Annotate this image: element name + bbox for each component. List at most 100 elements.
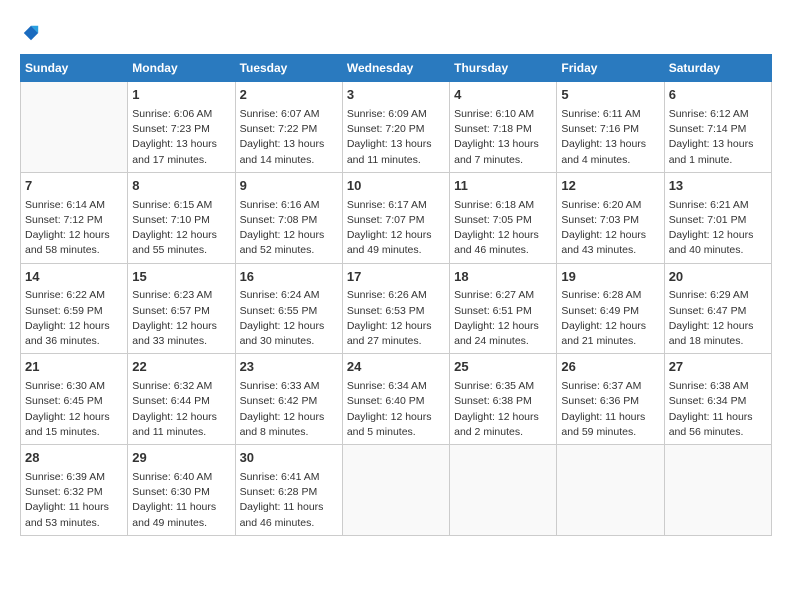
- calendar-cell: 5Sunrise: 6:11 AM Sunset: 7:16 PM Daylig…: [557, 82, 664, 173]
- day-info: Sunrise: 6:38 AM Sunset: 6:34 PM Dayligh…: [669, 379, 767, 440]
- calendar-cell: [450, 445, 557, 536]
- calendar-cell: 28 Sunrise: 6:39 AM Sunset: 6:32 PM Dayli…: [21, 445, 128, 536]
- day-number: 30: [240, 449, 338, 468]
- day-number: 23: [240, 358, 338, 377]
- day-info: Sunrise: 6:21 AM Sunset: 7:01 PM Dayligh…: [669, 198, 767, 259]
- day-info: Sunrise: 6:39 AM Sunset: 6:32 PM Dayligh…: [25, 470, 123, 531]
- day-number: 10: [347, 177, 445, 196]
- calendar-cell: 1 Sunrise: 6:06 AM Sunset: 7:23 PM Daylig…: [128, 82, 235, 173]
- calendar-week-row: 7 Sunrise: 6:14 AM Sunset: 7:12 PM Daylig…: [21, 172, 772, 263]
- day-info: Sunrise: 6:37 AM Sunset: 6:36 PM Dayligh…: [561, 379, 659, 440]
- day-number: 3: [347, 86, 445, 105]
- day-number: 1: [132, 86, 230, 105]
- day-number: 21: [25, 358, 123, 377]
- day-number: 2: [240, 86, 338, 105]
- calendar-cell: [342, 445, 449, 536]
- weekday-header-tuesday: Tuesday: [235, 55, 342, 82]
- calendar-cell: 21 Sunrise: 6:30 AM Sunset: 6:45 PM Dayli…: [21, 354, 128, 445]
- day-info: Sunrise: 6:24 AM Sunset: 6:55 PM Dayligh…: [240, 288, 338, 349]
- page-header: [20, 20, 772, 44]
- day-number: 16: [240, 268, 338, 287]
- calendar-cell: 13 Sunrise: 6:21 AM Sunset: 7:01 PM Dayli…: [664, 172, 771, 263]
- day-number: 13: [669, 177, 767, 196]
- calendar-cell: 19Sunrise: 6:28 AM Sunset: 6:49 PM Dayli…: [557, 263, 664, 354]
- calendar-week-row: 28 Sunrise: 6:39 AM Sunset: 6:32 PM Dayli…: [21, 445, 772, 536]
- calendar-cell: 26 Sunrise: 6:37 AM Sunset: 6:36 PM Dayli…: [557, 354, 664, 445]
- calendar-cell: 23 Sunrise: 6:33 AM Sunset: 6:42 PM Dayli…: [235, 354, 342, 445]
- calendar-cell: 11 Sunrise: 6:18 AM Sunset: 7:05 PM Dayli…: [450, 172, 557, 263]
- calendar-week-row: 21 Sunrise: 6:30 AM Sunset: 6:45 PM Dayli…: [21, 354, 772, 445]
- day-number: 26: [561, 358, 659, 377]
- calendar-week-row: 1 Sunrise: 6:06 AM Sunset: 7:23 PM Daylig…: [21, 82, 772, 173]
- day-info: Sunrise: 6:11 AM Sunset: 7:16 PM Dayligh…: [561, 107, 659, 168]
- day-number: 6: [669, 86, 767, 105]
- day-info: Sunrise: 6:20 AM Sunset: 7:03 PM Dayligh…: [561, 198, 659, 259]
- day-info: Sunrise: 6:41 AM Sunset: 6:28 PM Dayligh…: [240, 470, 338, 531]
- day-number: 17: [347, 268, 445, 287]
- day-info: Sunrise: 6:15 AM Sunset: 7:10 PM Dayligh…: [132, 198, 230, 259]
- calendar-cell: 25 Sunrise: 6:35 AM Sunset: 6:38 PM Dayli…: [450, 354, 557, 445]
- day-number: 9: [240, 177, 338, 196]
- day-info: Sunrise: 6:28 AM Sunset: 6:49 PM Dayligh…: [561, 288, 659, 349]
- calendar-cell: 7 Sunrise: 6:14 AM Sunset: 7:12 PM Daylig…: [21, 172, 128, 263]
- calendar-cell: 14Sunrise: 6:22 AM Sunset: 6:59 PM Dayli…: [21, 263, 128, 354]
- day-number: 14: [25, 268, 123, 287]
- day-info: Sunrise: 6:23 AM Sunset: 6:57 PM Dayligh…: [132, 288, 230, 349]
- calendar-cell: 22 Sunrise: 6:32 AM Sunset: 6:44 PM Dayli…: [128, 354, 235, 445]
- day-info: Sunrise: 6:33 AM Sunset: 6:42 PM Dayligh…: [240, 379, 338, 440]
- day-number: 24: [347, 358, 445, 377]
- calendar-cell: [557, 445, 664, 536]
- calendar-cell: 4 Sunrise: 6:10 AM Sunset: 7:18 PM Daylig…: [450, 82, 557, 173]
- calendar-cell: 29 Sunrise: 6:40 AM Sunset: 6:30 PM Dayli…: [128, 445, 235, 536]
- calendar-cell: 3 Sunrise: 6:09 AM Sunset: 7:20 PM Daylig…: [342, 82, 449, 173]
- day-info: Sunrise: 6:06 AM Sunset: 7:23 PM Dayligh…: [132, 107, 230, 168]
- logo: [20, 20, 40, 44]
- day-info: Sunrise: 6:09 AM Sunset: 7:20 PM Dayligh…: [347, 107, 445, 168]
- calendar-week-row: 14Sunrise: 6:22 AM Sunset: 6:59 PM Dayli…: [21, 263, 772, 354]
- day-info: Sunrise: 6:40 AM Sunset: 6:30 PM Dayligh…: [132, 470, 230, 531]
- day-info: Sunrise: 6:10 AM Sunset: 7:18 PM Dayligh…: [454, 107, 552, 168]
- day-number: 19: [561, 268, 659, 287]
- weekday-header-friday: Friday: [557, 55, 664, 82]
- day-number: 4: [454, 86, 552, 105]
- weekday-header-thursday: Thursday: [450, 55, 557, 82]
- calendar-cell: 20Sunrise: 6:29 AM Sunset: 6:47 PM Dayli…: [664, 263, 771, 354]
- day-info: Sunrise: 6:22 AM Sunset: 6:59 PM Dayligh…: [25, 288, 123, 349]
- day-info: Sunrise: 6:35 AM Sunset: 6:38 PM Dayligh…: [454, 379, 552, 440]
- calendar-cell: 9Sunrise: 6:16 AM Sunset: 7:08 PM Daylig…: [235, 172, 342, 263]
- calendar-cell: 12 Sunrise: 6:20 AM Sunset: 7:03 PM Dayli…: [557, 172, 664, 263]
- day-number: 28: [25, 449, 123, 468]
- day-info: Sunrise: 6:14 AM Sunset: 7:12 PM Dayligh…: [25, 198, 123, 259]
- calendar-cell: 17Sunrise: 6:26 AM Sunset: 6:53 PM Dayli…: [342, 263, 449, 354]
- day-number: 22: [132, 358, 230, 377]
- day-info: Sunrise: 6:30 AM Sunset: 6:45 PM Dayligh…: [25, 379, 123, 440]
- calendar-cell: 2 Sunrise: 6:07 AM Sunset: 7:22 PM Daylig…: [235, 82, 342, 173]
- weekday-header-sunday: Sunday: [21, 55, 128, 82]
- weekday-header-row: SundayMondayTuesdayWednesdayThursdayFrid…: [21, 55, 772, 82]
- day-number: 15: [132, 268, 230, 287]
- day-number: 11: [454, 177, 552, 196]
- calendar-cell: 10 Sunrise: 6:17 AM Sunset: 7:07 PM Dayli…: [342, 172, 449, 263]
- day-info: Sunrise: 6:26 AM Sunset: 6:53 PM Dayligh…: [347, 288, 445, 349]
- day-number: 18: [454, 268, 552, 287]
- calendar-table: SundayMondayTuesdayWednesdayThursdayFrid…: [20, 54, 772, 536]
- calendar-cell: 8 Sunrise: 6:15 AM Sunset: 7:10 PM Daylig…: [128, 172, 235, 263]
- day-info: Sunrise: 6:32 AM Sunset: 6:44 PM Dayligh…: [132, 379, 230, 440]
- day-info: Sunrise: 6:17 AM Sunset: 7:07 PM Dayligh…: [347, 198, 445, 259]
- day-info: Sunrise: 6:29 AM Sunset: 6:47 PM Dayligh…: [669, 288, 767, 349]
- day-number: 25: [454, 358, 552, 377]
- calendar-cell: 27Sunrise: 6:38 AM Sunset: 6:34 PM Dayli…: [664, 354, 771, 445]
- day-info: Sunrise: 6:07 AM Sunset: 7:22 PM Dayligh…: [240, 107, 338, 168]
- day-number: 29: [132, 449, 230, 468]
- day-number: 12: [561, 177, 659, 196]
- weekday-header-monday: Monday: [128, 55, 235, 82]
- day-number: 20: [669, 268, 767, 287]
- calendar-cell: [664, 445, 771, 536]
- day-number: 8: [132, 177, 230, 196]
- day-info: Sunrise: 6:12 AM Sunset: 7:14 PM Dayligh…: [669, 107, 767, 168]
- calendar-cell: 30 Sunrise: 6:41 AM Sunset: 6:28 PM Dayli…: [235, 445, 342, 536]
- calendar-cell: 6 Sunrise: 6:12 AM Sunset: 7:14 PM Daylig…: [664, 82, 771, 173]
- day-info: Sunrise: 6:18 AM Sunset: 7:05 PM Dayligh…: [454, 198, 552, 259]
- logo-icon: [22, 24, 40, 42]
- day-number: 7: [25, 177, 123, 196]
